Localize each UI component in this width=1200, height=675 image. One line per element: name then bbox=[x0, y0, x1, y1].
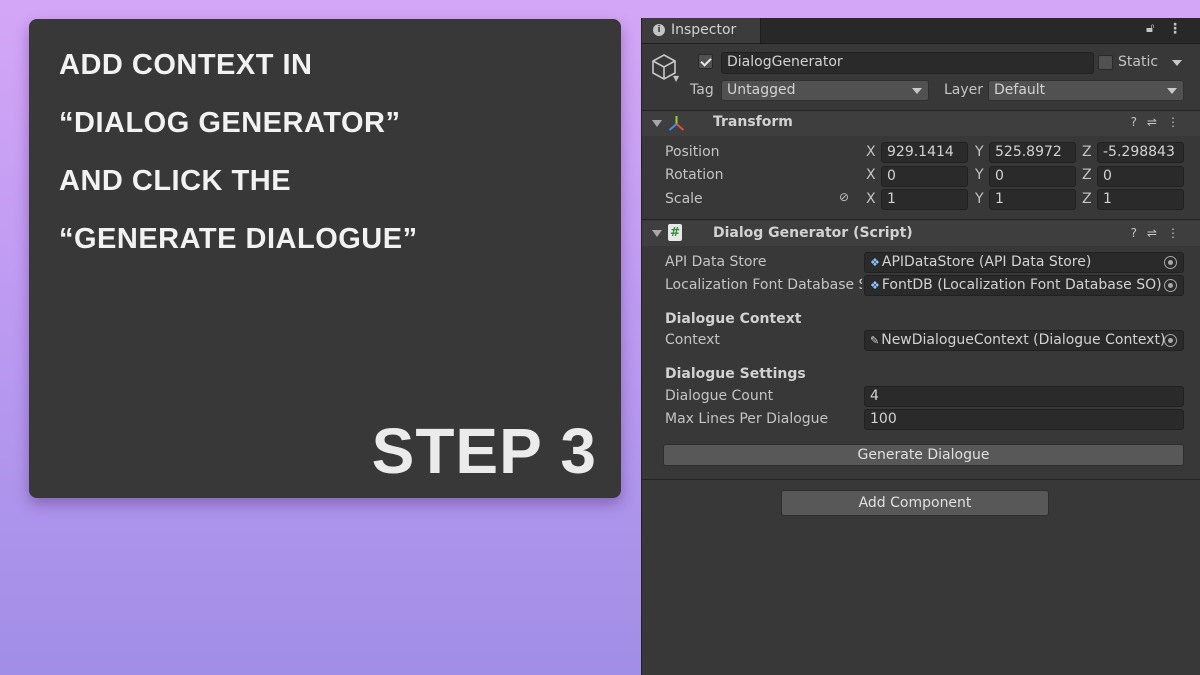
inspector-panel: i Inspector 🔓︎ ⋮ ▼ DialogGenerator Stati… bbox=[641, 18, 1200, 675]
axis-y-label: Y bbox=[975, 144, 984, 160]
fold-arrow-icon[interactable] bbox=[652, 230, 662, 237]
axis-x-label: X bbox=[866, 144, 876, 160]
layer-value: Default bbox=[994, 82, 1046, 98]
chevron-down-icon bbox=[912, 88, 922, 94]
position-z-field[interactable]: -5.298843 bbox=[1097, 142, 1184, 163]
component-title: Dialog Generator (Script) bbox=[713, 225, 913, 241]
script-header[interactable]: # Dialog Generator (Script) ?⇌⋮ bbox=[642, 221, 1200, 246]
scale-z-field[interactable]: 1 bbox=[1097, 189, 1184, 210]
context-value: NewDialogueContext (Dialogue Context) bbox=[881, 332, 1166, 348]
unlinked-scale-icon[interactable]: ⊘ bbox=[839, 190, 849, 204]
transform-header[interactable]: Transform ?⇌⋮ bbox=[642, 111, 1200, 136]
kebab-menu-icon[interactable]: ⋮ bbox=[1168, 21, 1182, 37]
font-database-label: Localization Font Database S bbox=[665, 277, 862, 293]
step-label: STEP 3 bbox=[371, 415, 597, 487]
axis-z-label: Z bbox=[1082, 191, 1092, 207]
divider bbox=[642, 219, 1200, 220]
layer-dropdown[interactable]: Default bbox=[988, 80, 1184, 101]
component-header-icons[interactable]: ?⇌⋮ bbox=[1131, 226, 1189, 240]
api-data-store-value: APIDataStore (API Data Store) bbox=[881, 254, 1092, 270]
info-icon: i bbox=[653, 24, 665, 36]
object-name-field[interactable]: DialogGenerator bbox=[721, 52, 1094, 74]
scale-label: Scale bbox=[665, 191, 703, 207]
component-header-icons[interactable]: ?⇌⋮ bbox=[1131, 115, 1189, 129]
font-database-value: FontDB (Localization Font Database SO) bbox=[881, 277, 1162, 293]
chevron-down-icon bbox=[1167, 88, 1177, 94]
scale-y-field[interactable]: 1 bbox=[989, 189, 1076, 210]
dialogue-count-label: Dialogue Count bbox=[665, 388, 774, 404]
context-asset-icon: ✎ bbox=[870, 334, 880, 347]
font-database-field[interactable]: ❖ FontDB (Localization Font Database SO) bbox=[864, 275, 1184, 296]
dialogue-context-header: Dialogue Context bbox=[665, 311, 802, 327]
instruction-text: ADD CONTEXT IN “DIALOG GENERATOR” AND CL… bbox=[59, 49, 418, 281]
scriptable-object-icon: ❖ bbox=[870, 279, 880, 292]
active-checkbox[interactable] bbox=[698, 54, 713, 69]
instruction-line: ADD CONTEXT IN bbox=[59, 49, 313, 81]
static-dropdown-icon[interactable] bbox=[1172, 60, 1182, 66]
max-lines-field[interactable]: 100 bbox=[864, 409, 1184, 430]
scriptable-object-icon: ❖ bbox=[870, 256, 880, 269]
axis-x-label: X bbox=[866, 167, 876, 183]
object-picker-icon[interactable] bbox=[1164, 279, 1177, 292]
max-lines-label: Max Lines Per Dialogue bbox=[665, 411, 829, 427]
static-checkbox[interactable] bbox=[1098, 55, 1113, 70]
rotation-label: Rotation bbox=[665, 167, 724, 183]
rotation-x-field[interactable]: 0 bbox=[881, 166, 968, 187]
rotation-z-field[interactable]: 0 bbox=[1097, 166, 1184, 187]
dialogue-count-field[interactable]: 4 bbox=[864, 386, 1184, 407]
instruction-line: AND CLICK THE bbox=[59, 165, 292, 197]
api-data-store-label: API Data Store bbox=[665, 254, 767, 270]
generate-dialogue-button[interactable]: Generate Dialogue bbox=[663, 444, 1184, 466]
fold-arrow-icon[interactable] bbox=[652, 120, 662, 127]
static-label: Static bbox=[1118, 54, 1159, 70]
transform-axes-icon bbox=[668, 116, 685, 131]
tag-value: Untagged bbox=[727, 82, 796, 98]
object-picker-icon[interactable] bbox=[1164, 256, 1177, 269]
position-label: Position bbox=[665, 144, 720, 160]
axis-y-label: Y bbox=[975, 167, 984, 183]
tag-dropdown[interactable]: Untagged bbox=[721, 80, 929, 101]
axis-y-label: Y bbox=[975, 191, 984, 207]
position-x-field[interactable]: 929.1414 bbox=[881, 142, 968, 163]
tab-bar: i Inspector 🔓︎ ⋮ bbox=[642, 18, 1200, 44]
dialogue-settings-header: Dialogue Settings bbox=[665, 366, 806, 382]
csharp-script-icon: # bbox=[668, 224, 682, 241]
axis-z-label: Z bbox=[1082, 144, 1092, 160]
instruction-line: “DIALOG GENERATOR” bbox=[59, 107, 401, 139]
tab-label: Inspector bbox=[671, 22, 737, 38]
add-component-button[interactable]: Add Component bbox=[781, 490, 1049, 516]
instruction-card: ADD CONTEXT IN “DIALOG GENERATOR” AND CL… bbox=[29, 19, 621, 498]
axis-z-label: Z bbox=[1082, 167, 1092, 183]
axis-x-label: X bbox=[866, 191, 876, 207]
context-label: Context bbox=[665, 332, 720, 348]
object-picker-icon[interactable] bbox=[1164, 334, 1177, 347]
dropdown-arrow-icon[interactable]: ▼ bbox=[673, 74, 679, 83]
component-title: Transform bbox=[713, 114, 793, 130]
instruction-line: “GENERATE DIALOGUE” bbox=[59, 223, 418, 255]
tag-label: Tag bbox=[690, 82, 714, 98]
rotation-y-field[interactable]: 0 bbox=[989, 166, 1076, 187]
tab-inspector[interactable]: i Inspector bbox=[642, 18, 761, 43]
api-data-store-field[interactable]: ❖ APIDataStore (API Data Store) bbox=[864, 252, 1184, 273]
scale-x-field[interactable]: 1 bbox=[881, 189, 968, 210]
layer-label: Layer bbox=[944, 82, 984, 98]
lock-icon[interactable]: 🔓︎ bbox=[1146, 21, 1154, 36]
context-field[interactable]: ✎ NewDialogueContext (Dialogue Context) bbox=[864, 330, 1184, 351]
position-y-field[interactable]: 525.8972 bbox=[989, 142, 1076, 163]
